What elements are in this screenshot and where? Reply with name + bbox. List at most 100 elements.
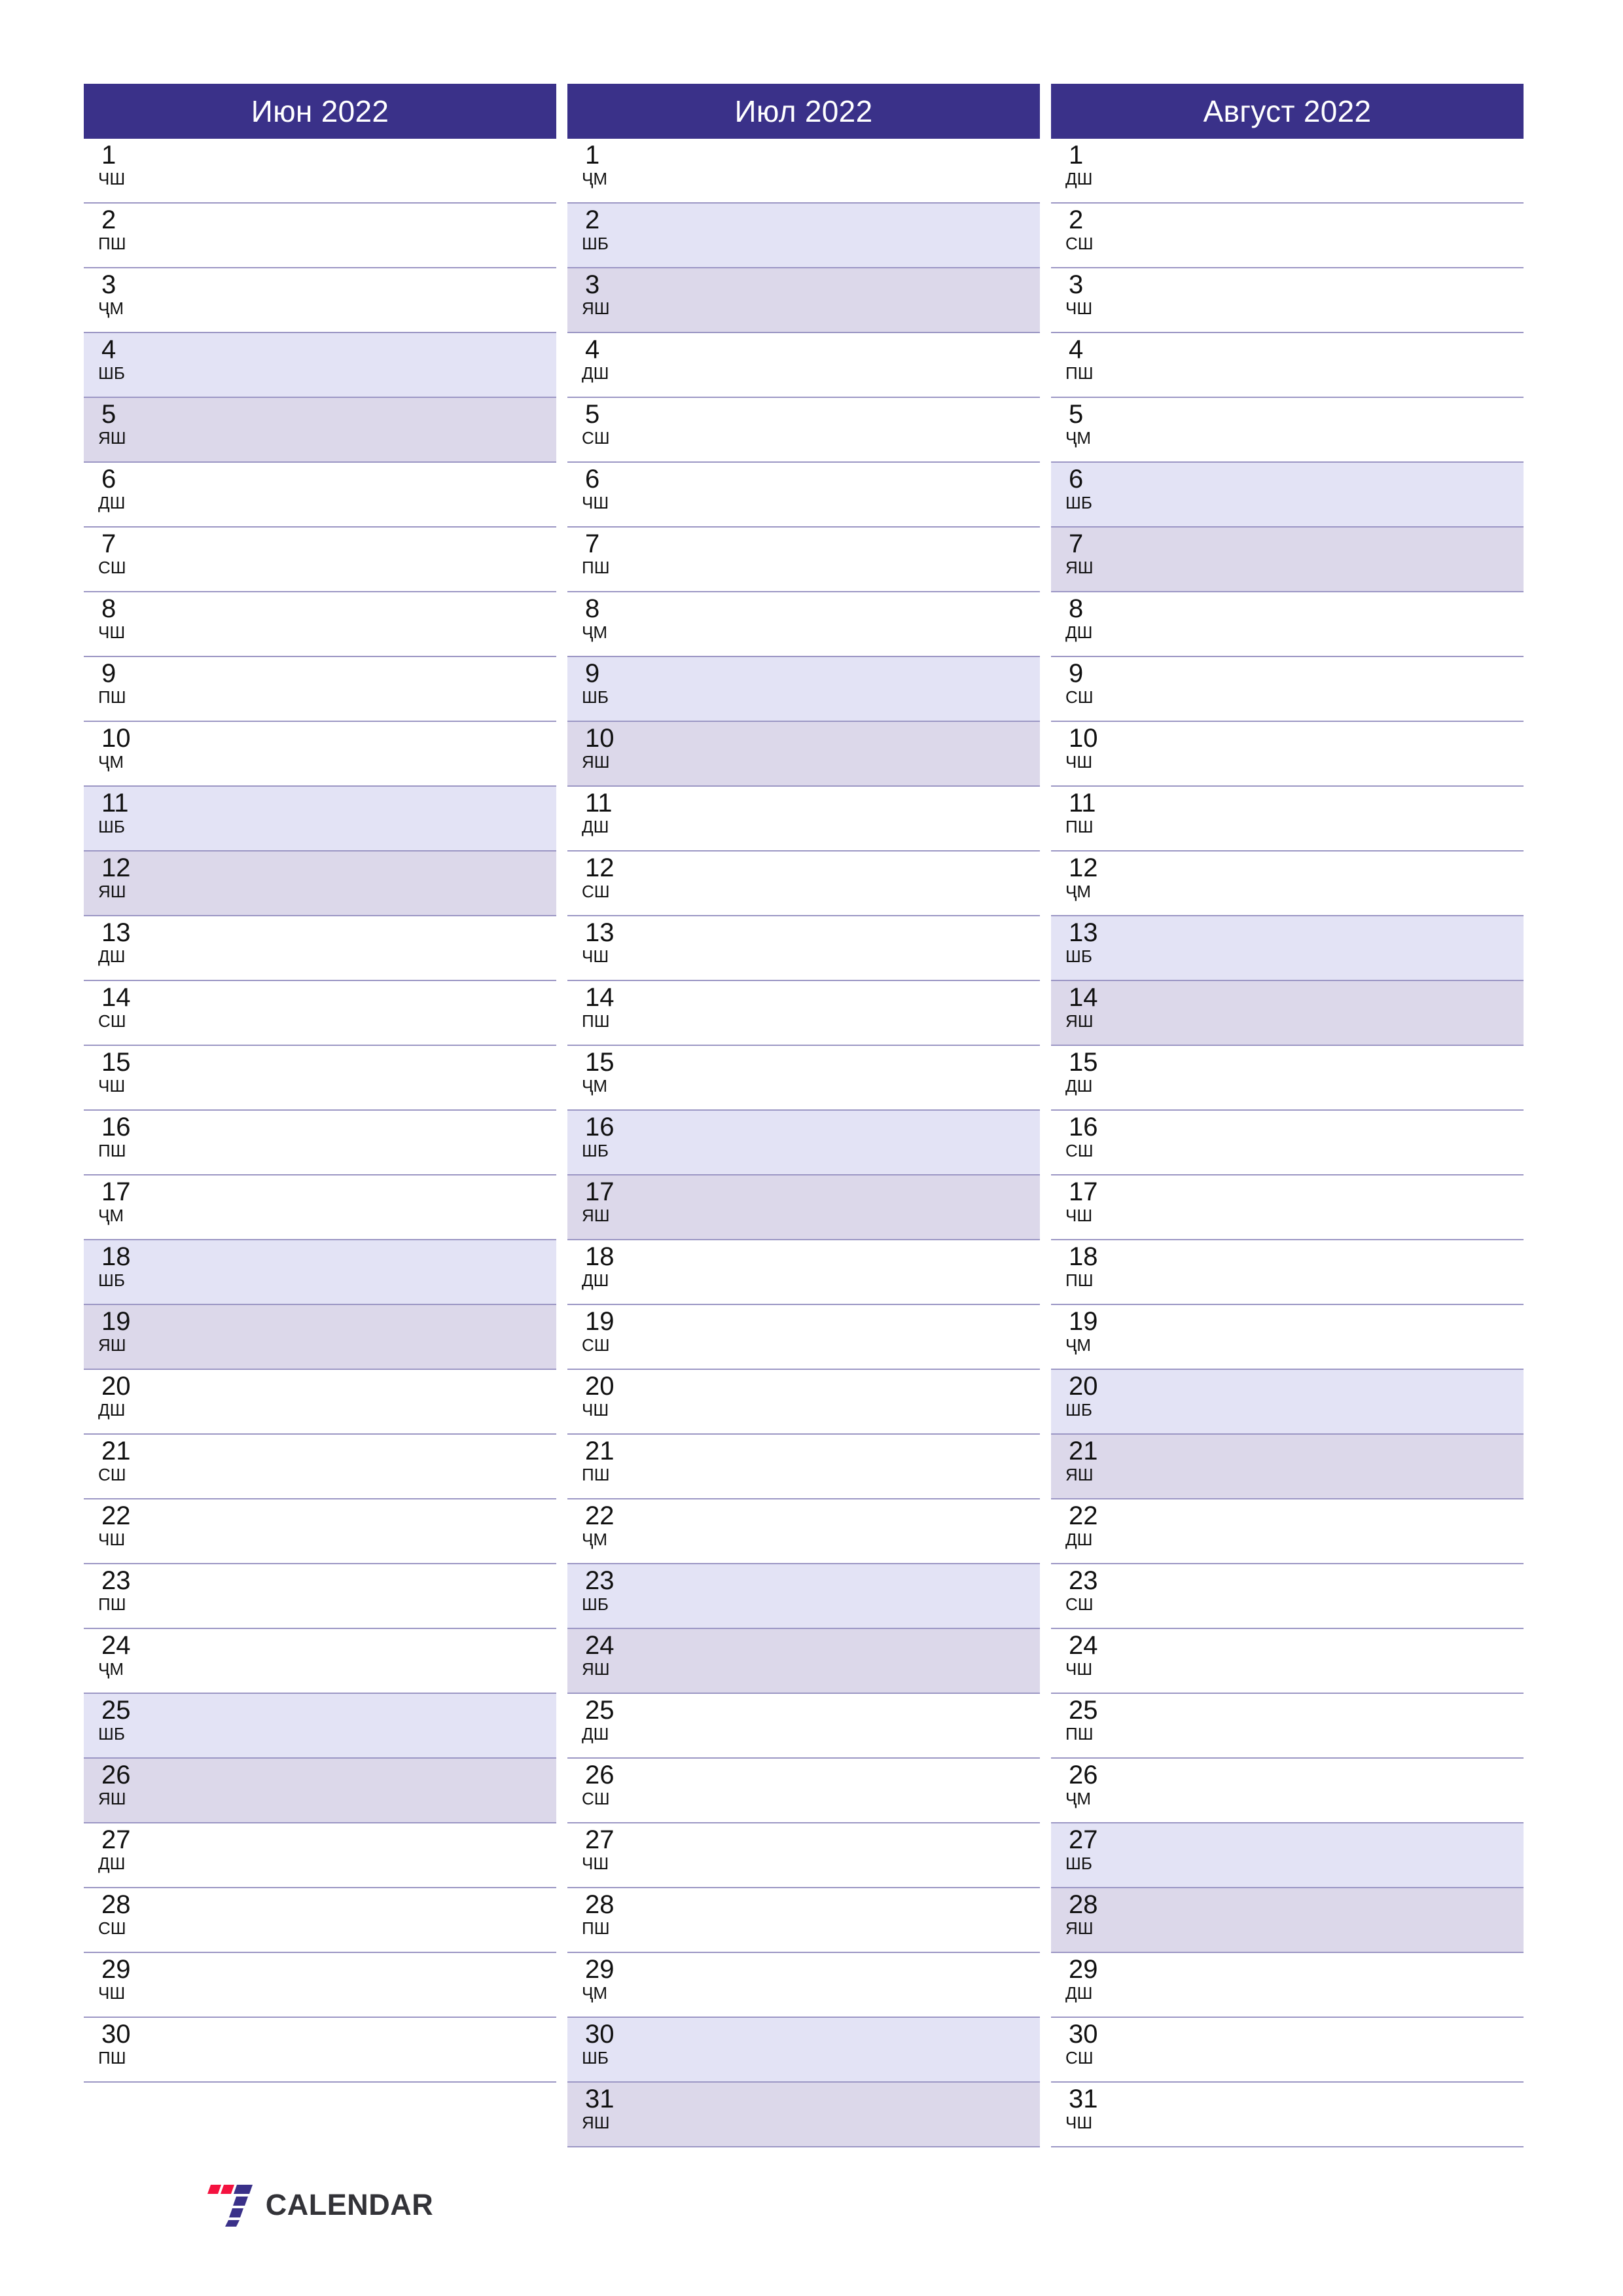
day-row[interactable]: 7 ПШ [567, 528, 1040, 592]
day-row[interactable]: 28 ПШ [567, 1888, 1040, 1953]
day-row[interactable]: 13 ДШ [84, 916, 556, 981]
day-row[interactable]: 29 ЧШ [84, 1953, 556, 2018]
day-row[interactable]: 28 ЯШ [1051, 1888, 1524, 1953]
day-row[interactable]: 24 ЧШ [1051, 1629, 1524, 1694]
day-row[interactable]: 23 СШ [1051, 1564, 1524, 1629]
day-row[interactable]: 1 ЧШ [84, 139, 556, 204]
day-row[interactable]: 3 ЯШ [567, 268, 1040, 333]
day-row[interactable]: 29 ҶМ [567, 1953, 1040, 2018]
day-row[interactable]: 28 СШ [84, 1888, 556, 1953]
day-row[interactable]: 24 ҶМ [84, 1629, 556, 1694]
day-row[interactable]: 4 ПШ [1051, 333, 1524, 398]
day-row[interactable]: 5 ҶМ [1051, 398, 1524, 463]
day-row[interactable]: 16 СШ [1051, 1111, 1524, 1175]
day-row[interactable]: 25 ШБ [84, 1694, 556, 1759]
day-row[interactable]: 7 СШ [84, 528, 556, 592]
day-row[interactable]: 16 ШБ [567, 1111, 1040, 1175]
day-row[interactable]: 26 СШ [567, 1759, 1040, 1823]
day-list: 1 ҶМ 2 ШБ 3 ЯШ 4 ДШ 5 СШ 6 ЧШ 7 ПШ 8 ҶМ 9 ШБ 10 ЯШ 11 ДШ 12 СШ 1… [567, 139, 1040, 2147]
day-row[interactable]: 9 ПШ [84, 657, 556, 722]
day-number: 15 [101, 1048, 131, 1077]
day-row[interactable]: 9 СШ [1051, 657, 1524, 722]
day-row[interactable]: 26 ҶМ [1051, 1759, 1524, 1823]
day-row[interactable]: 6 ШБ [1051, 463, 1524, 528]
day-row[interactable]: 21 ЯШ [1051, 1435, 1524, 1499]
day-row[interactable]: 15 ҶМ [567, 1046, 1040, 1111]
day-row[interactable]: 13 ЧШ [567, 916, 1040, 981]
day-row[interactable]: 6 ДШ [84, 463, 556, 528]
day-row[interactable]: 1 ҶМ [567, 139, 1040, 204]
day-row[interactable]: 31 ЯШ [567, 2083, 1040, 2147]
day-row[interactable]: 8 ҶМ [567, 592, 1040, 657]
day-row[interactable]: 25 ДШ [567, 1694, 1040, 1759]
month-column-2: Июл 2022 1 ҶМ 2 ШБ 3 ЯШ 4 ДШ 5 СШ 6 ЧШ 7 ПШ 8 ҶМ 9 ШБ 10 ЯШ 1… [567, 84, 1040, 2237]
day-row[interactable]: 31 ЧШ [1051, 2083, 1524, 2147]
weekday-abbreviation: ДШ [1065, 1982, 1093, 2003]
day-row[interactable]: 18 ДШ [567, 1240, 1040, 1305]
day-row[interactable]: 2 ШБ [567, 204, 1040, 268]
day-row[interactable]: 21 СШ [84, 1435, 556, 1499]
day-row[interactable]: 2 ПШ [84, 204, 556, 268]
day-row[interactable]: 16 ПШ [84, 1111, 556, 1175]
day-row[interactable]: 14 ПШ [567, 981, 1040, 1046]
weekday-abbreviation: ЯШ [582, 2112, 610, 2132]
day-row[interactable]: 17 ЯШ [567, 1175, 1040, 1240]
day-row[interactable]: 17 ҶМ [84, 1175, 556, 1240]
day-row[interactable]: 22 ЧШ [84, 1499, 556, 1564]
day-row[interactable]: 25 ПШ [1051, 1694, 1524, 1759]
day-row[interactable]: 10 ЯШ [567, 722, 1040, 787]
day-row[interactable]: 27 ДШ [84, 1823, 556, 1888]
day-row[interactable]: 23 ШБ [567, 1564, 1040, 1629]
day-number: 17 [101, 1177, 131, 1206]
day-row[interactable]: 7 ЯШ [1051, 528, 1524, 592]
day-row[interactable]: 8 ЧШ [84, 592, 556, 657]
day-row[interactable]: 15 ДШ [1051, 1046, 1524, 1111]
day-row[interactable]: 6 ЧШ [567, 463, 1040, 528]
day-row[interactable]: 20 ЧШ [567, 1370, 1040, 1435]
day-row[interactable]: 8 ДШ [1051, 592, 1524, 657]
day-row[interactable]: 21 ПШ [567, 1435, 1040, 1499]
day-row[interactable]: 18 ПШ [1051, 1240, 1524, 1305]
day-row[interactable]: 30 ПШ [84, 2018, 556, 2083]
day-row[interactable]: 20 ШБ [1051, 1370, 1524, 1435]
day-row[interactable]: 12 ЯШ [84, 852, 556, 916]
day-row[interactable]: 20 ДШ [84, 1370, 556, 1435]
day-row[interactable]: 10 ҶМ [84, 722, 556, 787]
day-row[interactable]: 14 ЯШ [1051, 981, 1524, 1046]
day-row[interactable]: 1 ДШ [1051, 139, 1524, 204]
day-row[interactable]: 11 ПШ [1051, 787, 1524, 852]
day-row[interactable]: 5 ЯШ [84, 398, 556, 463]
day-row[interactable]: 24 ЯШ [567, 1629, 1040, 1694]
day-row[interactable]: 19 ЯШ [84, 1305, 556, 1370]
day-row[interactable]: 2 СШ [1051, 204, 1524, 268]
day-row[interactable]: 27 ЧШ [567, 1823, 1040, 1888]
day-row[interactable]: 10 ЧШ [1051, 722, 1524, 787]
day-row[interactable]: 22 ҶМ [567, 1499, 1040, 1564]
day-row[interactable]: 19 СШ [567, 1305, 1040, 1370]
day-row[interactable]: 19 ҶМ [1051, 1305, 1524, 1370]
day-number: 7 [1069, 529, 1084, 558]
day-row[interactable]: 23 ПШ [84, 1564, 556, 1629]
day-row[interactable]: 3 ЧШ [1051, 268, 1524, 333]
day-row[interactable]: 26 ЯШ [84, 1759, 556, 1823]
day-row[interactable]: 22 ДШ [1051, 1499, 1524, 1564]
day-row[interactable]: 5 СШ [567, 398, 1040, 463]
day-number: 24 [101, 1631, 131, 1660]
day-row[interactable]: 17 ЧШ [1051, 1175, 1524, 1240]
day-row[interactable]: 9 ШБ [567, 657, 1040, 722]
day-row[interactable]: 29 ДШ [1051, 1953, 1524, 2018]
day-row[interactable]: 4 ДШ [567, 333, 1040, 398]
day-row[interactable]: 3 ҶМ [84, 268, 556, 333]
day-row[interactable]: 15 ЧШ [84, 1046, 556, 1111]
day-row[interactable]: 12 СШ [567, 852, 1040, 916]
day-row[interactable]: 30 ШБ [567, 2018, 1040, 2083]
day-row[interactable]: 11 ДШ [567, 787, 1040, 852]
day-row[interactable]: 12 ҶМ [1051, 852, 1524, 916]
day-row[interactable]: 13 ШБ [1051, 916, 1524, 981]
day-row[interactable]: 4 ШБ [84, 333, 556, 398]
day-row[interactable]: 14 СШ [84, 981, 556, 1046]
day-row[interactable]: 30 СШ [1051, 2018, 1524, 2083]
day-row[interactable]: 11 ШБ [84, 787, 556, 852]
day-row[interactable]: 18 ШБ [84, 1240, 556, 1305]
day-row[interactable]: 27 ШБ [1051, 1823, 1524, 1888]
